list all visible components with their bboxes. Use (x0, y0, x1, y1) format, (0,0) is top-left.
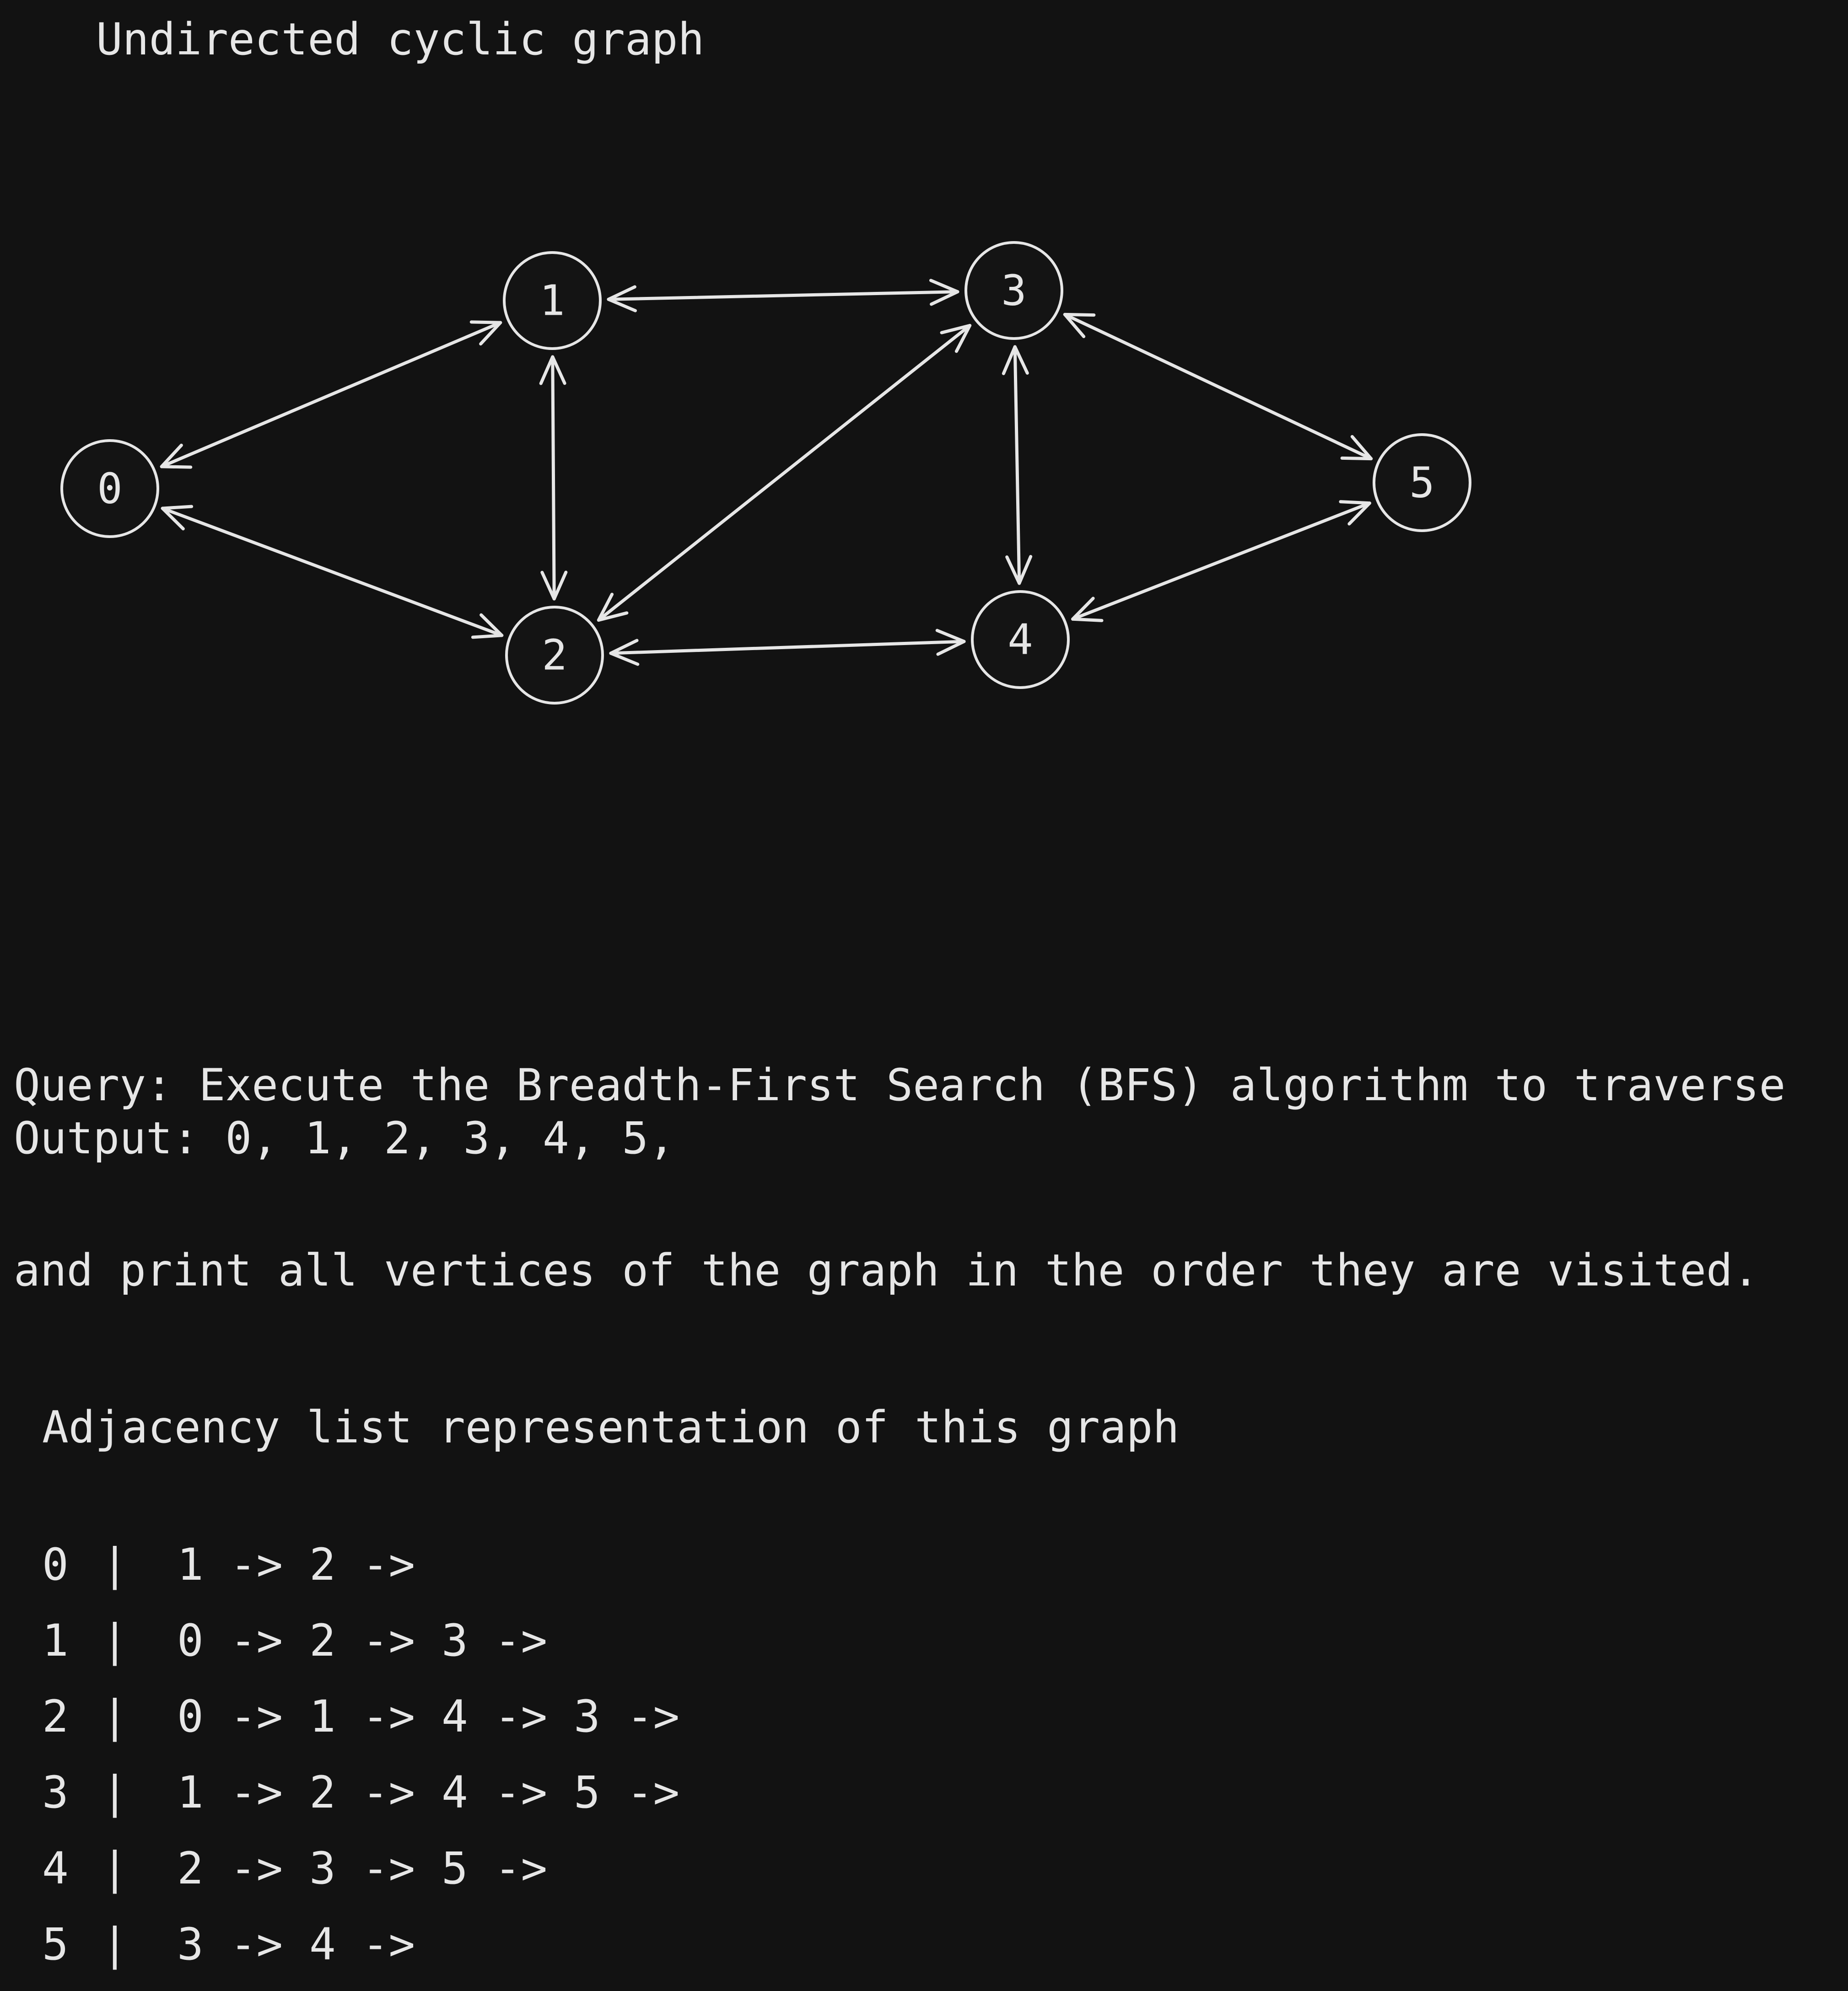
graph-node-5: 5 (1373, 433, 1471, 532)
query-line-1: Query: Execute the Breadth-First Search … (14, 1060, 1786, 1111)
query-line-2: and print all vertices of the graph in t… (14, 1245, 1759, 1296)
output-text: Output: 0, 1, 2, 3, 4, 5, (14, 1113, 675, 1164)
node-label: 5 (1409, 458, 1434, 507)
node-label: 3 (1001, 266, 1026, 315)
node-label: 2 (542, 631, 567, 680)
edge-0-1 (160, 320, 502, 469)
adjacency-neighbors: 0 -> 2 -> 3 -> (177, 1615, 548, 1666)
edge-3-2 (597, 323, 972, 622)
adjacency-neighbors: 1 -> 2 -> 4 -> 5 -> (177, 1767, 680, 1818)
edge-line (1071, 501, 1371, 621)
edge-line (551, 355, 556, 601)
adjacency-separator: | (102, 1767, 128, 1818)
edge-line (1063, 312, 1373, 461)
edge-1-3 (607, 279, 959, 312)
adjacency-vertex: 1 (42, 1615, 69, 1666)
adjacency-neighbors: 1 -> 2 -> (177, 1539, 415, 1590)
graph-node-3: 3 (964, 241, 1063, 340)
adjacency-neighbors: 2 -> 3 -> 5 -> (177, 1843, 548, 1894)
adjacency-vertex: 3 (42, 1767, 69, 1818)
adjacency-separator: | (102, 1919, 128, 1970)
node-label: 0 (97, 464, 122, 513)
edge-2-4 (609, 629, 966, 666)
adjacency-row-3: 3 | 1 -> 2 -> 4 -> 5 -> (42, 1770, 679, 1832)
adjacency-neighbors: 3 -> 4 -> (177, 1919, 415, 1970)
edge-3-4 (1002, 345, 1033, 585)
node-label: 4 (1008, 615, 1033, 664)
adjacency-separator: | (102, 1615, 128, 1666)
edge-4-5 (1071, 500, 1371, 622)
adjacency-separator: | (102, 1843, 128, 1894)
edge-line (161, 506, 504, 637)
adjacency-row-1: 1 | 0 -> 2 -> 3 -> (42, 1619, 679, 1680)
adjacency-title: Adjacency list representation of this gr… (42, 1402, 1180, 1453)
adjacency-vertex: 4 (42, 1843, 69, 1894)
edge-0-2 (161, 505, 504, 639)
graph-node-4: 4 (971, 590, 1070, 689)
adjacency-list: 0 | 1 -> 2 -> 1 | 0 -> 2 -> 3 -> 2 | 0 -… (42, 1528, 679, 1991)
edge-1-2 (539, 355, 568, 601)
graph-node-0: 0 (60, 439, 159, 538)
edge-line (609, 640, 966, 655)
edge-3-5 (1063, 312, 1373, 461)
adjacency-row-5: 5 | 3 -> 4 -> (42, 1922, 679, 1984)
adjacency-separator: | (102, 1539, 128, 1590)
graph-diagram: 0 1 2 3 4 5 (60, 241, 1471, 705)
edge-line (597, 323, 972, 622)
edge-line (607, 290, 959, 301)
node-label: 1 (539, 276, 565, 325)
graph-node-1: 1 (503, 251, 602, 350)
edge-line (1013, 345, 1021, 585)
adjacency-row-4: 4 | 2 -> 3 -> 5 -> (42, 1846, 679, 1908)
graph-node-2: 2 (505, 606, 604, 705)
adjacency-row-0: 0 | 1 -> 2 -> (42, 1543, 679, 1604)
adjacency-vertex: 0 (42, 1539, 69, 1590)
adjacency-separator: | (102, 1691, 128, 1742)
edge-line (160, 321, 502, 468)
adjacency-vertex: 5 (42, 1919, 69, 1970)
adjacency-row-2: 2 | 0 -> 1 -> 4 -> 3 -> (42, 1695, 679, 1756)
adjacency-vertex: 2 (42, 1691, 69, 1742)
adjacency-neighbors: 0 -> 1 -> 4 -> 3 -> (177, 1691, 680, 1742)
